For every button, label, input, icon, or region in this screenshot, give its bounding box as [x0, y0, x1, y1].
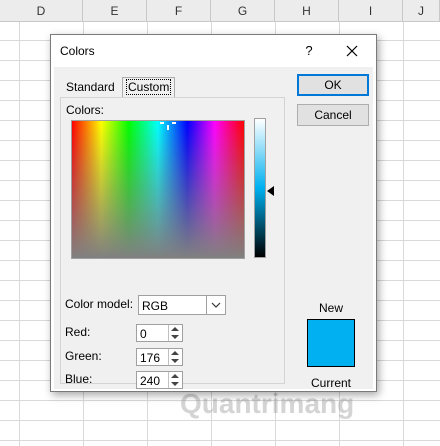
colors-dialog: Colors ? Standard Custom Colors: Color m…	[50, 34, 377, 392]
chevron-down-icon	[211, 302, 221, 308]
spin-down-icon[interactable]	[171, 359, 179, 363]
dropdown-button[interactable]	[206, 296, 225, 314]
cancel-button[interactable]: Cancel	[297, 104, 369, 126]
help-button[interactable]: ?	[299, 41, 319, 61]
tab-custom-label: Custom	[126, 79, 172, 95]
column-header-i[interactable]: I	[339, 0, 403, 22]
colors-label: Colors:	[66, 103, 105, 117]
column-header-f[interactable]: F	[147, 0, 211, 22]
dialog-title: Colors	[60, 44, 95, 58]
custom-panel: Colors: Color model: RGB Red: 0 Green: 1…	[60, 97, 285, 389]
new-label: New	[319, 301, 344, 315]
blue-spinner[interactable]	[168, 372, 182, 388]
color-model-label: Color model:	[65, 297, 134, 311]
dialog-content: Standard Custom Colors: Color model: RGB	[54, 67, 373, 390]
spin-up-icon[interactable]	[171, 351, 179, 355]
luminance-slider[interactable]	[254, 118, 266, 258]
column-header-j[interactable]: J	[403, 0, 440, 22]
dialog-titlebar[interactable]: Colors ?	[51, 35, 376, 67]
red-value: 0	[140, 327, 147, 341]
blue-label: Blue:	[65, 372, 93, 386]
spin-up-icon[interactable]	[171, 327, 179, 331]
column-header-e[interactable]: E	[83, 0, 147, 22]
red-spinner[interactable]	[168, 325, 182, 341]
green-input[interactable]: 176	[136, 348, 183, 366]
column-header-g[interactable]: G	[211, 0, 275, 22]
spin-down-icon[interactable]	[171, 382, 179, 386]
blue-value: 240	[140, 374, 161, 388]
red-label: Red:	[65, 325, 91, 339]
current-label: Current	[311, 376, 352, 390]
green-spinner[interactable]	[168, 349, 182, 365]
spin-down-icon[interactable]	[171, 335, 179, 339]
column-header-h[interactable]: H	[275, 0, 339, 22]
green-value: 176	[140, 351, 161, 365]
close-icon	[346, 45, 358, 57]
spin-up-icon[interactable]	[171, 374, 179, 378]
close-button[interactable]	[341, 40, 363, 62]
green-label: Green:	[65, 349, 102, 363]
tab-custom[interactable]: Custom	[122, 77, 176, 98]
tab-standard[interactable]: Standard	[62, 78, 119, 97]
luminance-arrow-icon[interactable]	[267, 186, 274, 196]
color-model-value: RGB	[142, 299, 169, 313]
color-preview-swatch	[307, 319, 355, 367]
crosshair-icon	[160, 122, 176, 130]
blue-input[interactable]: 240	[136, 371, 183, 389]
color-spectrum[interactable]	[71, 120, 245, 259]
red-input[interactable]: 0	[136, 324, 183, 342]
column-header-d[interactable]: D	[0, 0, 83, 22]
ok-button[interactable]: OK	[297, 74, 369, 96]
color-model-select[interactable]: RGB	[138, 295, 226, 315]
